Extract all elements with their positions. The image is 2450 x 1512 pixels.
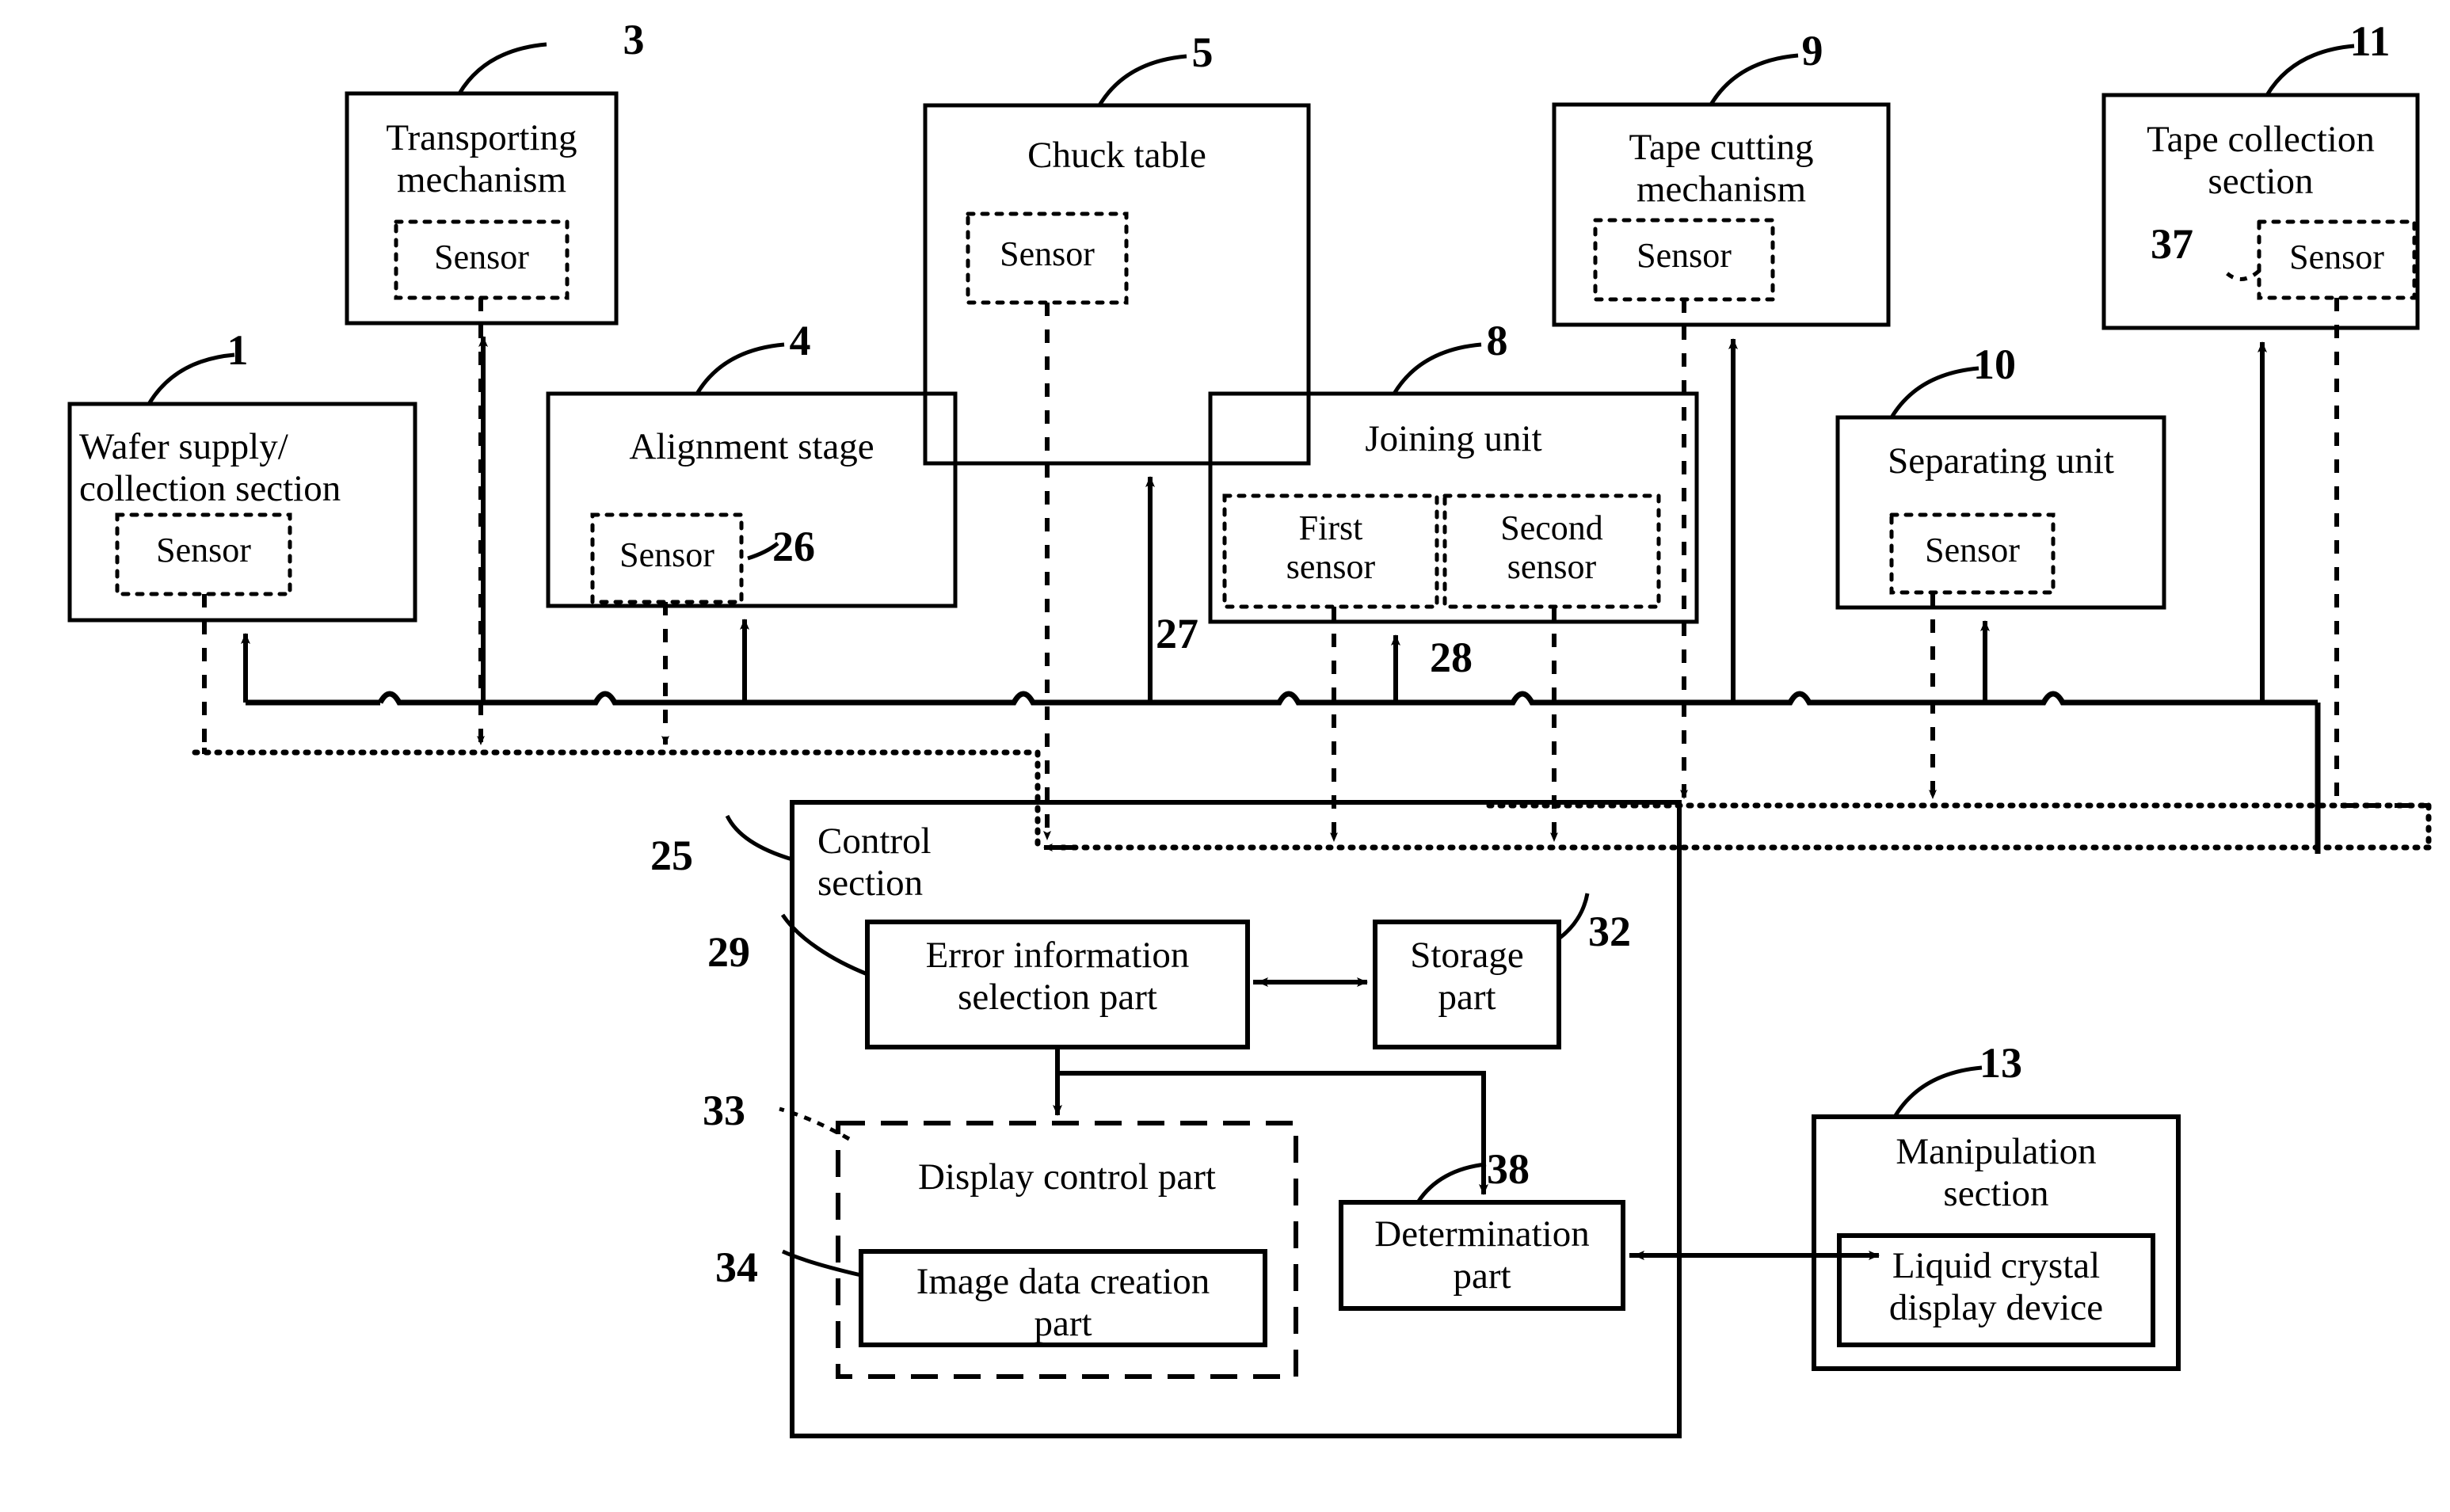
label-storage-part: Storage part <box>1410 935 1524 1018</box>
label-separating-unit: Separating unit <box>1888 440 2114 482</box>
numeral-1: 1 <box>227 326 249 374</box>
label-tape-cutting-mechanism: Tape cutting mechanism <box>1629 127 1814 210</box>
label-first-sensor: First sensor <box>1286 508 1376 587</box>
label-joining-unit: Joining unit <box>1365 418 1542 459</box>
label-alignment-stage: Alignment stage <box>629 426 874 467</box>
label-sensor-transporting: Sensor <box>434 238 529 276</box>
leader-9 <box>1709 53 1799 106</box>
numeral-26: 26 <box>772 523 815 570</box>
label-sensor-tape-collection: Sensor <box>2289 238 2384 276</box>
numeral-33: 33 <box>703 1087 745 1134</box>
numeral-5: 5 <box>1191 29 1214 76</box>
leader-37 <box>2223 269 2261 281</box>
leader-5 <box>1097 54 1187 107</box>
label-transporting-mechanism: Transporting mechanism <box>386 117 577 200</box>
numeral-9: 9 <box>1801 27 1823 74</box>
sensor-line-tape-collection <box>2334 298 2429 808</box>
numeral-28: 28 <box>1430 634 1473 681</box>
label-sensor-wafer: Sensor <box>156 531 251 569</box>
numeral-3: 3 <box>623 16 645 63</box>
numeral-32: 32 <box>1588 908 1631 955</box>
label-manipulation-section: Manipulation section <box>1896 1131 2097 1214</box>
leader-25 <box>725 814 793 862</box>
label-error-information-selection-part: Error information selection part <box>925 935 1190 1018</box>
label-chuck-table: Chuck table <box>1027 135 1206 176</box>
numeral-37: 37 <box>2151 220 2193 268</box>
patent-figure: Transporting mechanism Sensor Chuck table… <box>0 0 2450 1512</box>
numeral-8: 8 <box>1486 317 1508 364</box>
label-sensor-chuck: Sensor <box>1000 234 1095 273</box>
leader-29 <box>780 913 868 977</box>
label-sensor-alignment: Sensor <box>619 535 714 574</box>
label-sensor-separating: Sensor <box>1925 531 2020 569</box>
numeral-27: 27 <box>1156 610 1198 657</box>
leader-3 <box>457 42 547 95</box>
numeral-11: 11 <box>2349 17 2391 65</box>
solid-bus <box>246 691 2318 706</box>
numeral-29: 29 <box>707 928 750 976</box>
label-display-control-part: Display control part <box>918 1156 1216 1198</box>
numeral-10: 10 <box>1973 341 2016 388</box>
numeral-34: 34 <box>715 1243 758 1291</box>
numeral-13: 13 <box>1979 1039 2022 1087</box>
leader-8 <box>1392 342 1482 395</box>
label-sensor-tape-cutting: Sensor <box>1637 236 1732 275</box>
leader-4 <box>695 342 785 395</box>
label-liquid-crystal-display-device: Liquid crystal display device <box>1888 1245 2104 1328</box>
label-second-sensor: Second sensor <box>1500 508 1603 587</box>
label-tape-collection-section: Tape collection section <box>2147 119 2375 202</box>
label-control-section: Control section <box>817 821 932 904</box>
numeral-38: 38 <box>1487 1145 1530 1193</box>
label-determination-part: Determination part <box>1374 1213 1590 1297</box>
numeral-25: 25 <box>650 832 693 879</box>
label-wafer-supply-collection: Wafer supply/collection section <box>79 426 341 509</box>
label-image-data-creation-part: Image data creation part <box>916 1261 1210 1344</box>
numeral-4: 4 <box>789 317 811 364</box>
